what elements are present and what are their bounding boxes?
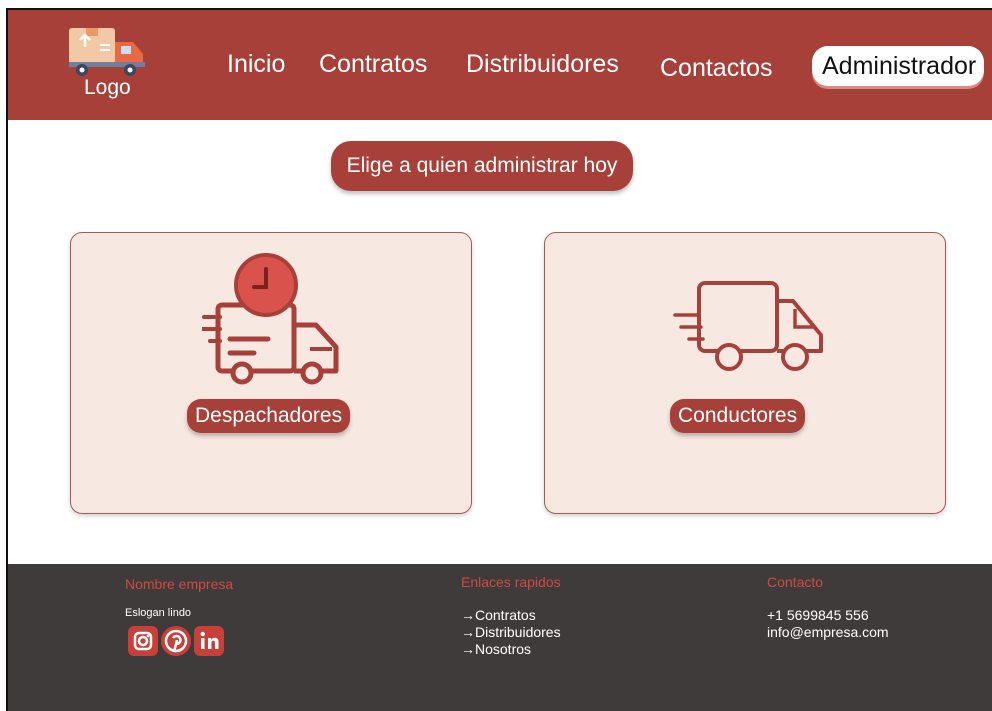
footer-link-contratos[interactable]: →Contratos <box>461 607 536 624</box>
page-frame: Logo Inicio Contratos Distribuidores Con… <box>6 8 992 711</box>
header: Logo Inicio Contratos Distribuidores Con… <box>8 10 992 120</box>
conductores-button[interactable]: Conductores <box>670 399 806 433</box>
footer-links-heading: Enlaces rapidos <box>461 574 561 590</box>
delivery-truck-icon <box>673 281 823 371</box>
footer-contact-heading: Contacto <box>767 574 824 590</box>
fast-truck-clock-icon <box>202 253 339 385</box>
footer-email[interactable]: info@empresa.com <box>767 624 889 641</box>
card-conductores[interactable]: Conductores <box>544 232 946 514</box>
nav-contratos[interactable]: Contratos <box>319 50 427 79</box>
nav-inicio[interactable]: Inicio <box>227 50 285 79</box>
page-title: Elige a quien administrar hoy <box>331 141 633 191</box>
truck-logo-icon <box>69 28 145 76</box>
nav-administrador[interactable]: Administrador <box>812 46 985 86</box>
card-despachadores[interactable]: Despachadores <box>70 232 472 514</box>
despachadores-button[interactable]: Despachadores <box>187 399 351 433</box>
footer-slogan: Eslogan lindo <box>125 607 192 619</box>
instagram-icon[interactable] <box>128 626 158 656</box>
logo[interactable]: Logo <box>66 24 148 104</box>
footer-phone: +1 5699845 556 <box>767 607 869 623</box>
nav-distribuidores[interactable]: Distribuidores <box>466 50 619 79</box>
footer-company-name: Nombre empresa <box>125 576 234 592</box>
footer-link-distribuidores[interactable]: →Distribuidores <box>461 624 561 641</box>
pinterest-icon[interactable] <box>161 626 191 656</box>
linkedin-icon[interactable] <box>194 626 224 656</box>
nav-contactos[interactable]: Contactos <box>660 54 773 83</box>
logo-text: Logo <box>84 76 131 99</box>
footer-link-nosotros[interactable]: →Nosotros <box>461 641 531 658</box>
